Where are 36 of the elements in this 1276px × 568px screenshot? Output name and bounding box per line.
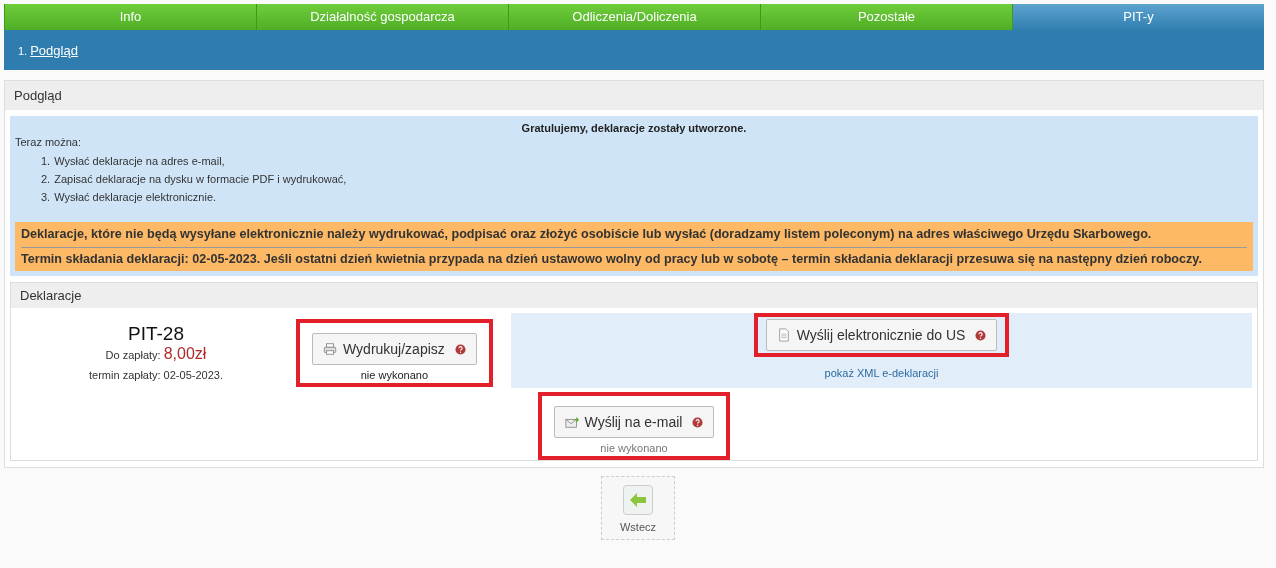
list-item: Zapisać deklaracje na dysku w formacie PDF i wydrukować, [54,172,347,186]
xml-link[interactable]: pokaż XML e-deklaracji [824,367,939,379]
list-number: 1. [41,154,51,168]
due-date: termin zapłaty: 02-05-2023. [88,369,224,381]
print-button[interactable]: Wydrukuj/zapisz [312,333,477,365]
help-icon[interactable] [692,416,704,428]
tab[interactable]: PIT-y [1012,4,1264,30]
panel-title: Deklaracje [11,283,1257,308]
document-icon [776,328,791,342]
list-item: Wysłać deklaracje na adres e-mail, [54,154,225,168]
info-heading: Gratulujemy, deklaracje zostały utworzone. [520,122,748,134]
back-button[interactable]: Wstecz [600,476,676,540]
warning-text: Termin składania deklaracji: 02-05-2023. Jeśli ostatni dzień kwietnia przypada na dzień ustawowo wolny od pracy lub w sobotę – termin składania deklaracji przesuwa się na następny dzień roboczy. [21,247,1247,269]
tab[interactable]: Działalność gospodarcza [256,4,508,30]
amount-value: 8,00zł [163,345,207,362]
list-number: 3. [41,190,51,204]
step-number: 1. [18,45,28,57]
step-link[interactable]: Podgląd [30,43,78,58]
tab[interactable]: Pozostałe [760,4,1012,30]
info-intro: Teraz można: [15,136,83,148]
help-icon[interactable] [454,343,466,355]
send-email-button[interactable]: Wyślij na e-mail [553,406,715,438]
status-text: nie wykonano [600,442,668,454]
envelope-icon [564,415,579,429]
warning-text: Deklaracje, które nie będą wysyłane elektronicznie należy wydrukować, podpisać oraz złożyć osobiście lub wysłać (doradzamy listem poleconym) na adres właściwego Urzędu Skarbowego. [21,226,1153,243]
list-item: Wysłać deklaracje elektronicznie. [54,190,217,204]
tab[interactable]: Odliczenia/Doliczenia [508,4,760,30]
panel-title: Podgląd [5,81,1263,110]
tab[interactable]: Info [4,4,256,30]
printer-icon [323,342,337,356]
list-number: 2. [41,172,51,186]
help-icon[interactable] [975,329,987,341]
send-electronic-button[interactable]: Wyślij elektronicznie do US [765,319,998,351]
amount-label: Do zapłaty: [105,349,161,361]
form-name: PIT-28 [127,323,185,345]
status-text: nie wykonano [360,369,429,381]
